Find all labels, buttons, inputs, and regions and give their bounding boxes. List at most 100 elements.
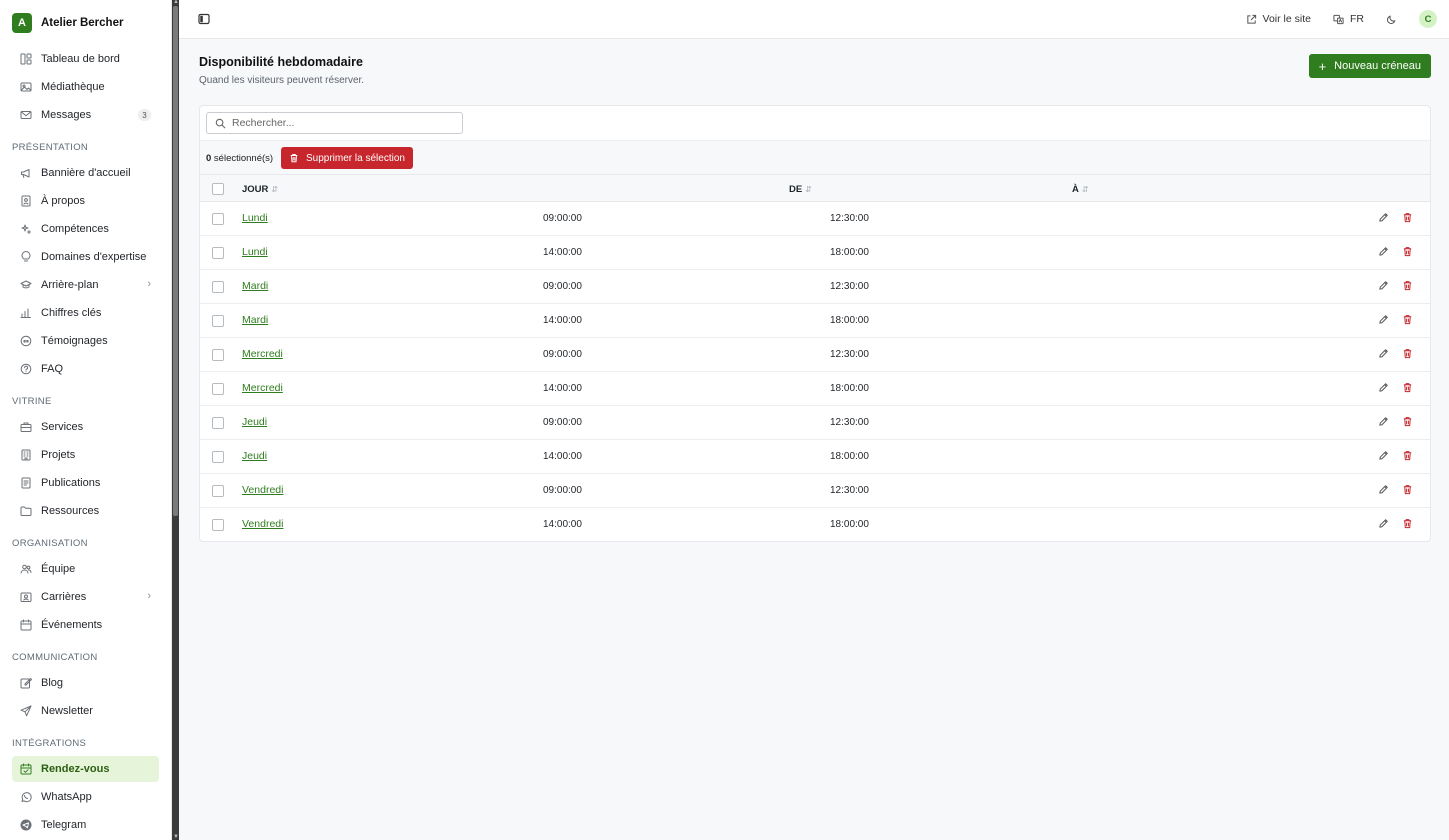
sidebar-item-label: À propos (41, 195, 86, 207)
sidebar-item-competences[interactable]: Compétences (12, 216, 159, 242)
sidebar-item-messages[interactable]: Messages 3 (12, 102, 159, 128)
day-link[interactable]: Jeudi (242, 450, 267, 462)
sidebar-item-label: Bannière d'accueil (41, 167, 131, 179)
sidebar-item-evenements[interactable]: Événements (12, 612, 159, 638)
sidebar-item-chiffres-cles[interactable]: Chiffres clés (12, 300, 159, 326)
day-link[interactable]: Mardi (242, 280, 268, 292)
day-link[interactable]: Lundi (242, 212, 268, 224)
edit-icon[interactable] (1378, 450, 1390, 462)
day-link[interactable]: Mardi (242, 314, 268, 326)
view-site-link[interactable]: Voir le site (1246, 13, 1311, 25)
page-title: Disponibilité hebdomadaire (199, 55, 363, 69)
day-link[interactable]: Vendredi (242, 518, 283, 530)
sidebar-item-a-propos[interactable]: À propos (12, 188, 159, 214)
end-time: 12:30:00 (830, 417, 869, 428)
sidebar-item-mediatheque[interactable]: Médiathèque (12, 74, 159, 100)
sidebar-item-temoignages[interactable]: Témoignages (12, 328, 159, 354)
sidebar-item-tableau-de-bord[interactable]: Tableau de bord (12, 46, 159, 72)
sidebar-item-faq[interactable]: FAQ (12, 356, 159, 382)
sidebar-scrollbar[interactable]: ▲ ▼ (172, 0, 179, 840)
theme-toggle[interactable] (1386, 14, 1403, 25)
new-slot-button[interactable]: + Nouveau créneau (1308, 54, 1431, 78)
trash-icon[interactable] (1402, 416, 1414, 428)
search-input[interactable] (232, 117, 452, 129)
day-link[interactable]: Mercredi (242, 348, 283, 360)
row-checkbox[interactable] (212, 213, 224, 225)
sidebar-section-vitrine: VITRINE (12, 395, 52, 407)
sidebar-item-carrieres[interactable]: Carrières › (12, 584, 159, 610)
language-switcher[interactable]: FR (1333, 13, 1364, 25)
end-time: 12:30:00 (830, 281, 869, 292)
sidebar-item-equipe[interactable]: Équipe (12, 556, 159, 582)
trash-icon[interactable] (1402, 484, 1414, 496)
sidebar-item-blog[interactable]: Blog (12, 670, 159, 696)
external-link-icon (1246, 14, 1256, 24)
start-time: 14:00:00 (543, 315, 582, 326)
toggle-sidebar-icon[interactable] (198, 13, 210, 25)
day-link[interactable]: Jeudi (242, 416, 267, 428)
trash-icon[interactable] (1402, 212, 1414, 224)
sidebar-item-label: Équipe (41, 563, 76, 575)
chevron-right-icon[interactable]: › (147, 590, 151, 602)
edit-icon[interactable] (1378, 484, 1390, 496)
day-link[interactable]: Mercredi (242, 382, 283, 394)
sidebar: A Atelier Bercher Tableau de bord Médiath… (0, 0, 172, 840)
edit-icon[interactable] (1378, 518, 1390, 530)
scrollbar-thumb[interactable] (173, 6, 178, 516)
sidebar-item-ressources[interactable]: Ressources (12, 498, 159, 524)
row-checkbox[interactable] (212, 281, 224, 293)
scroll-down-arrow[interactable]: ▼ (173, 834, 179, 840)
edit-icon[interactable] (1378, 416, 1390, 428)
end-time: 12:30:00 (830, 349, 869, 360)
sidebar-item-label: Services (41, 421, 84, 433)
column-header-from[interactable]: DE ⇵ (789, 184, 812, 195)
trash-icon[interactable] (1402, 518, 1414, 530)
brand[interactable]: A Atelier Bercher (0, 0, 171, 46)
column-header-day[interactable]: JOUR ⇵ (242, 184, 278, 195)
row-checkbox[interactable] (212, 349, 224, 361)
trash-icon[interactable] (1402, 314, 1414, 326)
trash-icon[interactable] (1402, 450, 1414, 462)
row-checkbox[interactable] (212, 485, 224, 497)
sidebar-item-whatsapp[interactable]: WhatsApp (12, 784, 159, 810)
delete-selection-button[interactable]: Supprimer la sélection (281, 147, 413, 169)
user-avatar[interactable]: C (1419, 10, 1437, 28)
row-checkbox[interactable] (212, 247, 224, 259)
sidebar-item-publications[interactable]: Publications (12, 470, 159, 496)
row-checkbox[interactable] (212, 451, 224, 463)
edit-icon[interactable] (1378, 246, 1390, 258)
row-checkbox[interactable] (212, 519, 224, 531)
edit-icon[interactable] (1378, 348, 1390, 360)
column-header-to[interactable]: À ⇵ (1072, 184, 1089, 195)
edit-icon[interactable] (1378, 314, 1390, 326)
sidebar-item-newsletter[interactable]: Newsletter (12, 698, 159, 724)
sidebar-item-rendez-vous[interactable]: Rendez-vous (12, 756, 159, 782)
start-time: 14:00:00 (543, 247, 582, 258)
sidebar-item-domaines-d-expertise[interactable]: Domaines d'expertise (12, 244, 159, 270)
row-checkbox[interactable] (212, 417, 224, 429)
edit-icon[interactable] (1378, 382, 1390, 394)
sidebar-item-projets[interactable]: Projets (12, 442, 159, 468)
sidebar-item-services[interactable]: Services (12, 414, 159, 440)
sidebar-item-label: FAQ (41, 363, 64, 375)
edit-icon[interactable] (1378, 212, 1390, 224)
search-box[interactable] (206, 112, 463, 134)
calendar-icon (20, 619, 32, 631)
row-checkbox[interactable] (212, 383, 224, 395)
scroll-up-arrow[interactable]: ▲ (173, 0, 179, 5)
start-time: 09:00:00 (543, 281, 582, 292)
trash-icon[interactable] (1402, 348, 1414, 360)
select-all-checkbox[interactable] (212, 183, 224, 195)
day-link[interactable]: Lundi (242, 246, 268, 258)
chevron-right-icon[interactable]: › (147, 278, 151, 290)
trash-icon[interactable] (1402, 280, 1414, 292)
new-slot-label: Nouveau créneau (1334, 60, 1421, 72)
row-checkbox[interactable] (212, 315, 224, 327)
day-link[interactable]: Vendredi (242, 484, 283, 496)
trash-icon[interactable] (1402, 382, 1414, 394)
edit-icon[interactable] (1378, 280, 1390, 292)
sidebar-item-banniere-d-accueil[interactable]: Bannière d'accueil (12, 160, 159, 186)
sidebar-item-arriere-plan[interactable]: Arrière-plan › (12, 272, 159, 298)
sidebar-item-telegram[interactable]: Telegram (12, 812, 159, 838)
trash-icon[interactable] (1402, 246, 1414, 258)
